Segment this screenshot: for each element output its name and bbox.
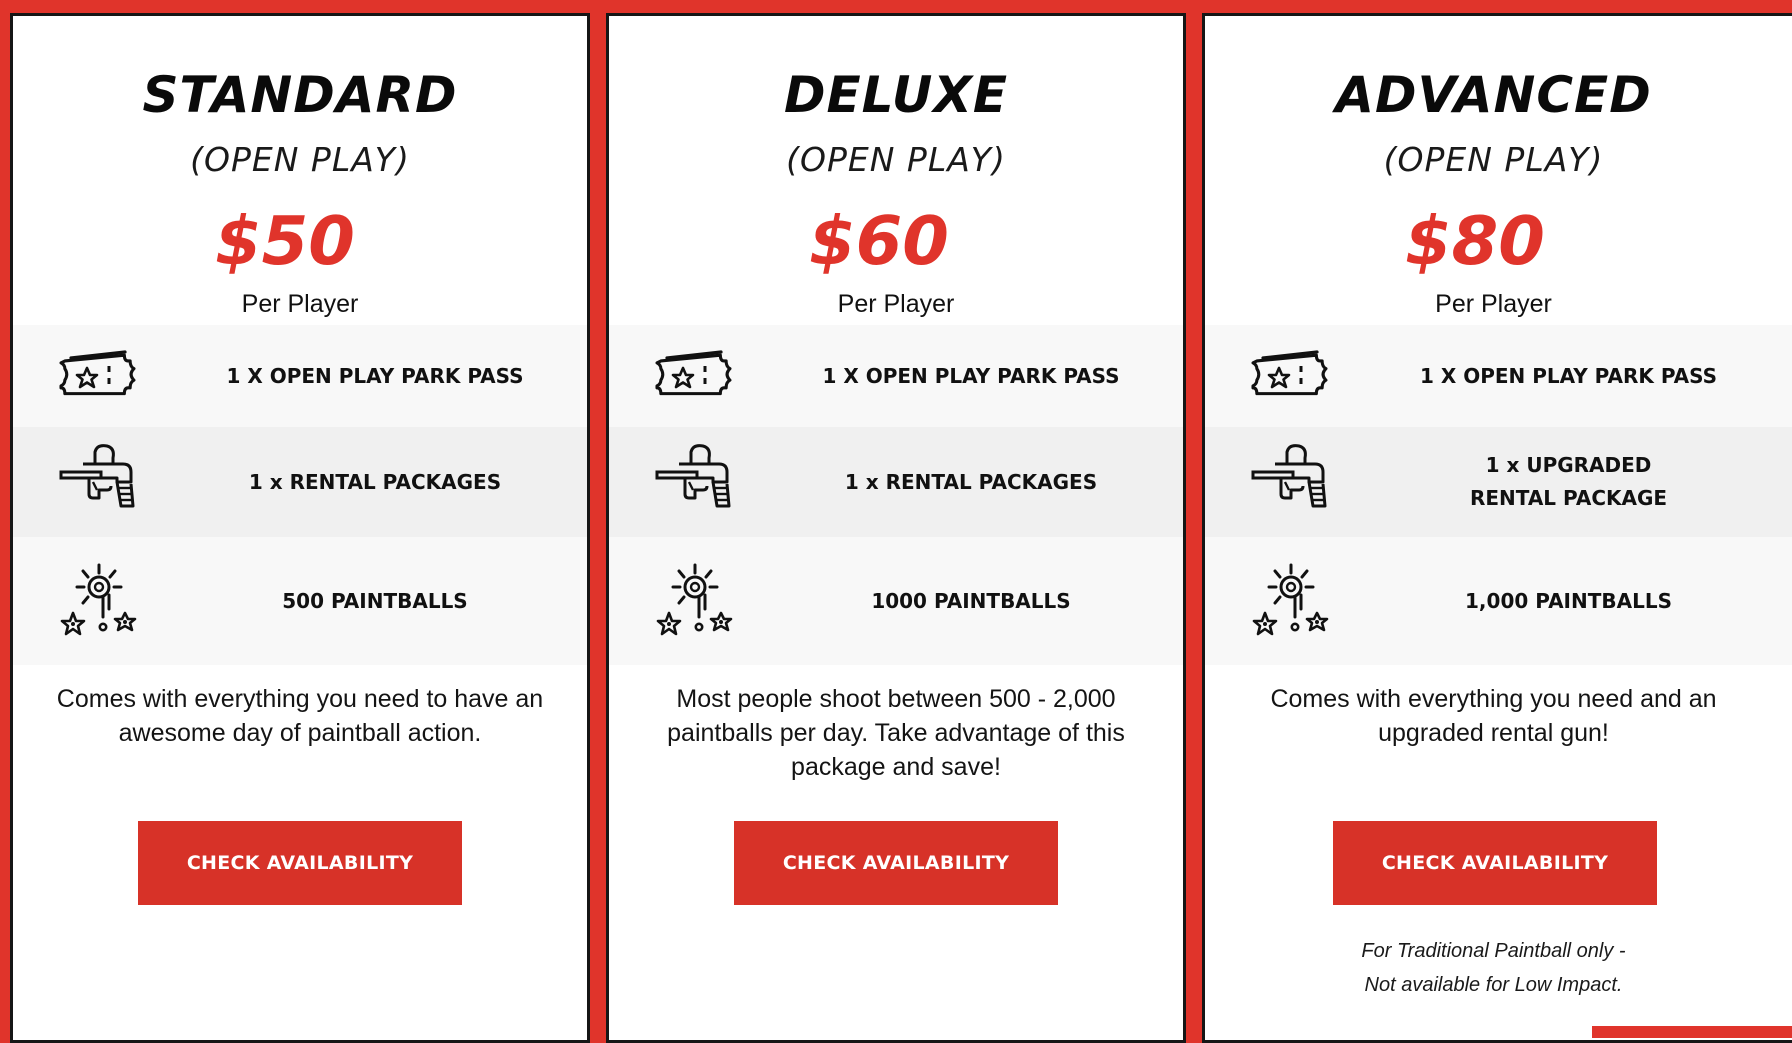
- check-availability-button[interactable]: CHECK AVAILABILITY: [734, 821, 1058, 905]
- plan-description: Comes with everything you need to have a…: [56, 685, 544, 747]
- plan-subtitle: (OPEN PLAY): [190, 140, 410, 179]
- ticket-icon: [1251, 336, 1331, 416]
- feature-label: 1 X OPEN PLAY PARK PASS: [822, 363, 1120, 388]
- plan-title: DELUXE: [783, 66, 1009, 124]
- feature-row: 1 X OPEN PLAY PARK PASS: [609, 325, 1183, 427]
- paintball-gun-icon: [59, 442, 139, 522]
- feature-row: 1 x RENTAL PACKAGES: [609, 427, 1183, 537]
- plan-footnote: For Traditional Paintball only - Not ava…: [1361, 940, 1626, 996]
- corner-accent: [1592, 1026, 1792, 1038]
- feature-label: 1 x UPGRADED RENTAL PACKAGE: [1469, 453, 1668, 510]
- plan-price-unit: Per Player: [241, 290, 359, 318]
- plan-price: $80: [1405, 202, 1545, 280]
- plan-price: $50: [215, 202, 355, 280]
- plan-card-advanced: ADVANCED (OPEN PLAY) $80 Per Player 1 X …: [1202, 13, 1792, 1043]
- feature-row: 1 X OPEN PLAY PARK PASS: [13, 325, 587, 427]
- feature-label: 1,000 PAINTBALLS: [1465, 588, 1672, 613]
- check-availability-button[interactable]: CHECK AVAILABILITY: [1333, 821, 1657, 905]
- feature-label: 1 X OPEN PLAY PARK PASS: [1419, 363, 1718, 388]
- feature-label: 1 x RENTAL PACKAGES: [248, 469, 502, 494]
- feature-label: 1 x RENTAL PACKAGES: [844, 469, 1098, 494]
- plan-title: ADVANCED: [1335, 66, 1652, 124]
- feature-label: 1000 PAINTBALLS: [871, 588, 1071, 613]
- feature-row: 1 x UPGRADED RENTAL PACKAGE: [1205, 427, 1792, 537]
- feature-label: 1 X OPEN PLAY PARK PASS: [226, 363, 524, 388]
- paintball-splat-icon: [655, 561, 735, 641]
- plan-subtitle: (OPEN PLAY): [1383, 140, 1604, 179]
- paintball-splat-icon: [1251, 561, 1331, 641]
- feature-row: 1 x RENTAL PACKAGES: [13, 427, 587, 537]
- feature-row: 1000 PAINTBALLS: [609, 537, 1183, 665]
- plan-price-unit: Per Player: [837, 290, 955, 318]
- feature-row: 500 PAINTBALLS: [13, 537, 587, 665]
- ticket-icon: [655, 336, 735, 416]
- ticket-icon: [59, 336, 139, 416]
- plan-price-unit: Per Player: [1435, 290, 1552, 318]
- paintball-splat-icon: [59, 561, 139, 641]
- plan-description: Most people shoot between 500 - 2,000 pa…: [667, 685, 1125, 781]
- paintball-gun-icon: [655, 442, 735, 522]
- plan-price: $60: [809, 202, 949, 280]
- plan-title: STANDARD: [142, 66, 458, 124]
- plan-subtitle: (OPEN PLAY): [786, 140, 1006, 179]
- plan-card-deluxe: DELUXE (OPEN PLAY) $60 Per Player 1 X OP…: [606, 13, 1186, 1043]
- feature-row: 1 X OPEN PLAY PARK PASS: [1205, 325, 1792, 427]
- check-availability-button[interactable]: CHECK AVAILABILITY: [138, 821, 462, 905]
- plan-description: Comes with everything you need and an up…: [1270, 685, 1717, 747]
- feature-label: 500 PAINTBALLS: [282, 588, 468, 613]
- feature-row: 1,000 PAINTBALLS: [1205, 537, 1792, 665]
- plan-card-standard: STANDARD (OPEN PLAY) $50 Per Player 1 X …: [10, 13, 590, 1043]
- paintball-gun-icon: [1251, 442, 1331, 522]
